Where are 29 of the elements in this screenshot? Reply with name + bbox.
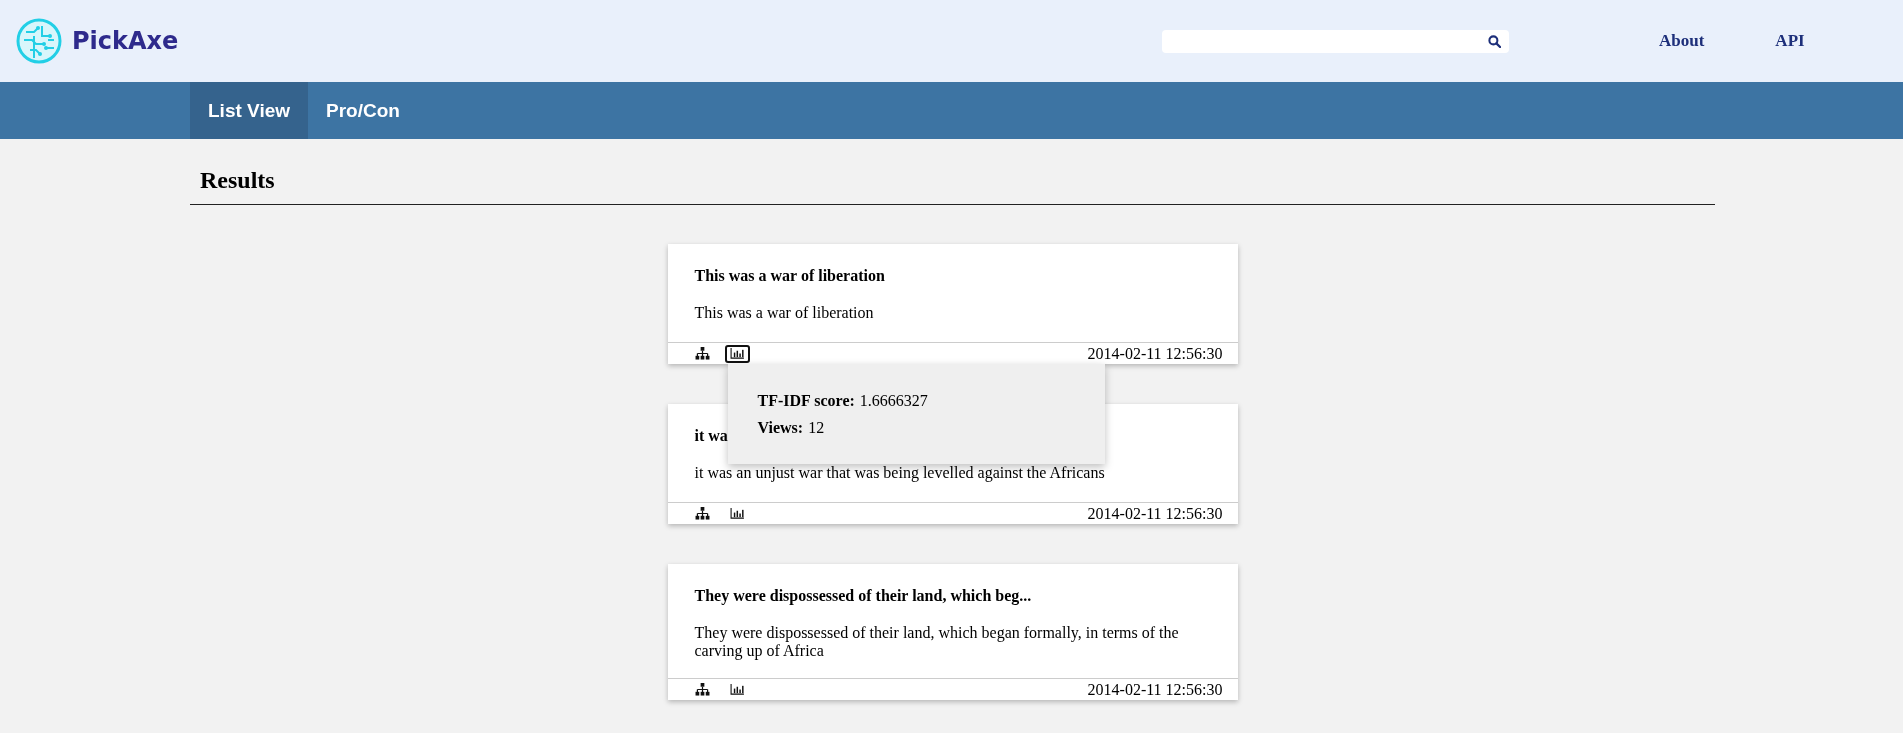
view-tab[interactable]: List View bbox=[190, 82, 308, 139]
nav-link[interactable]: API bbox=[1775, 31, 1805, 51]
result-date: 2014-02-11 12:56:30 bbox=[1087, 680, 1223, 699]
nav-link[interactable]: About bbox=[1659, 31, 1705, 51]
bar-chart-icon bbox=[729, 508, 745, 519]
hierarchy-icon[interactable] bbox=[694, 683, 710, 696]
hierarchy-icon[interactable] bbox=[694, 507, 710, 520]
bar-chart-icon bbox=[729, 348, 745, 359]
stat-label: Views: bbox=[757, 419, 804, 437]
result-date: 2014-02-11 12:56:30 bbox=[1087, 504, 1223, 523]
view-tab[interactable]: Pro/Con bbox=[308, 82, 418, 139]
brand-name[interactable]: PickAxe bbox=[72, 27, 179, 55]
result-title: it wa bbox=[694, 426, 728, 446]
results-heading: Results bbox=[190, 139, 1715, 205]
logo-icon bbox=[16, 18, 62, 64]
stat-label: TF-IDF score: bbox=[757, 392, 855, 410]
result-text: This was a war of liberation bbox=[694, 304, 875, 323]
result-date: 2014-02-11 12:56:30 bbox=[1087, 344, 1223, 363]
search-icon[interactable] bbox=[1488, 34, 1501, 48]
stat-value: 12 bbox=[808, 419, 825, 437]
result-title: They were dispossessed of their land, which beg... bbox=[694, 586, 1032, 606]
hierarchy-icon[interactable] bbox=[694, 347, 710, 360]
result-text: it was an unjust war that was being levelled against the Africans bbox=[694, 464, 1106, 484]
search-field[interactable] bbox=[1162, 29, 1509, 53]
stats-button[interactable] bbox=[724, 344, 750, 363]
result-text: They were dispossessed of their land, which began formally, in terms of the carving up of Africa bbox=[694, 624, 1180, 660]
stat-value: 1.6666327 bbox=[859, 392, 928, 410]
bar-chart-icon bbox=[729, 684, 745, 695]
result-title: This was a war of liberation bbox=[694, 266, 885, 286]
